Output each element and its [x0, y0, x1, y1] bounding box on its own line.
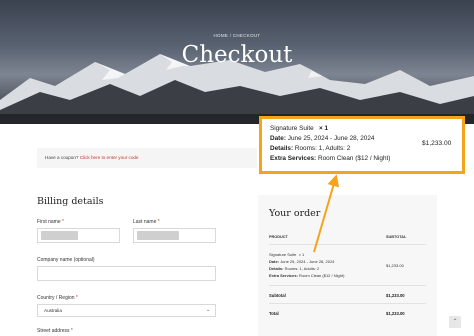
divider — [269, 244, 426, 245]
order-item-details: Details: Rooms: 1, Adults: 2 — [269, 266, 320, 271]
last-name-label: Last name * — [133, 219, 160, 225]
coupon-prompt: Have a coupon? — [45, 155, 79, 160]
page-title: Checkout — [181, 42, 293, 68]
country-label: Country / Region * — [37, 295, 78, 301]
company-field[interactable] — [37, 266, 216, 281]
chevron-down-icon: ⌄ — [206, 307, 211, 313]
callout-details: Details: Rooms: 1, Adults: 2 — [270, 145, 351, 152]
coupon-link[interactable]: Click here to enter your code — [80, 155, 139, 160]
chevron-up-icon[interactable]: ⌃ — [449, 316, 461, 328]
divider — [269, 285, 426, 286]
order-col-subtotal: SUBTOTAL — [386, 235, 407, 239]
order-item-extras: Extra Services: Room Clean ($12 / Night) — [269, 273, 345, 278]
callout-price: $1,233.00 — [422, 140, 452, 147]
breadcrumb[interactable]: HOME / CHECKOUT — [0, 33, 474, 38]
subtotal-value: $1,233.00 — [386, 293, 405, 298]
street-label: Street address * — [37, 328, 73, 334]
callout-item-name: Signature Suite × 1 — [270, 125, 329, 132]
redacted-value — [41, 231, 78, 240]
company-label: Company name (optional) — [37, 257, 95, 263]
order-col-product: PRODUCT — [269, 235, 288, 239]
redacted-value — [137, 231, 179, 240]
callout-date: Date: June 25, 2024 - June 28, 2024 — [270, 135, 375, 142]
order-item-date: Date: June 25, 2024 - June 28, 2024 — [269, 259, 335, 264]
hero-banner: HOME / CHECKOUT Checkout — [0, 0, 474, 124]
order-item-price: $1,233.00 — [386, 263, 404, 268]
subtotal-label: Subtotal — [269, 293, 286, 298]
callout-extras: Extra Services: Room Clean ($12 / Night) — [270, 155, 391, 162]
first-name-label: First name * — [37, 219, 64, 225]
order-item-name: Signature Suite × 1 — [269, 252, 305, 257]
order-title: Your order — [269, 208, 321, 219]
coupon-bar: Have a coupon? Click here to enter your … — [37, 148, 257, 168]
total-label: Total — [269, 311, 279, 316]
billing-title: Billing details — [37, 196, 104, 207]
total-value: $1,233.00 — [386, 311, 405, 316]
country-select[interactable] — [37, 304, 216, 317]
divider — [269, 303, 426, 304]
country-select-value: Australia — [44, 308, 62, 313]
